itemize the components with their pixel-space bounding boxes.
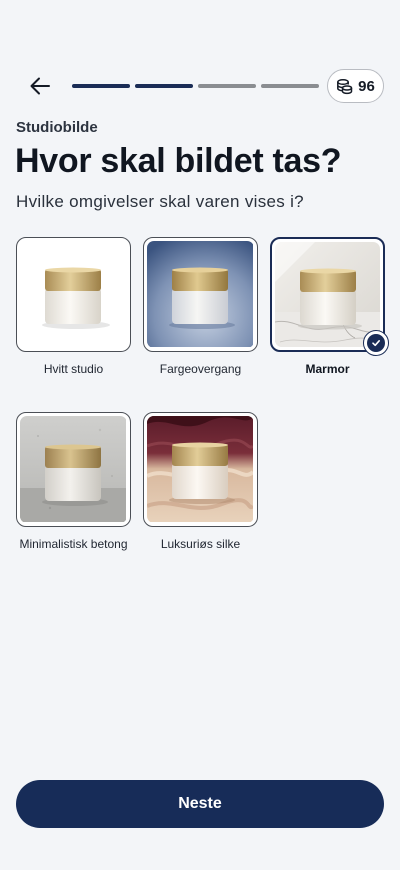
page-title: Hvor skal bildet tas? [15, 142, 342, 180]
check-icon [372, 340, 380, 347]
back-button[interactable] [26, 72, 54, 100]
credits-badge[interactable]: 96 [327, 69, 384, 103]
option-label: Luksuriøs silke [160, 537, 241, 551]
option-label: Minimalistisk betong [19, 537, 128, 551]
progress-segment [261, 84, 319, 88]
progress-bar [72, 84, 319, 88]
option-thumbnail [143, 412, 258, 527]
option-thumbnail [143, 237, 258, 352]
option-gradient[interactable]: Fargeovergang [143, 237, 258, 376]
progress-segment [135, 84, 193, 88]
option-label: Hvitt studio [43, 362, 104, 376]
step-label: Studiobilde [16, 119, 98, 136]
white-studio-image [20, 241, 127, 348]
gradient-image [147, 241, 254, 348]
silk-image [147, 416, 254, 523]
progress-segment [72, 84, 130, 88]
arrow-left-icon [30, 77, 50, 95]
option-concrete[interactable]: Minimalistisk betong [16, 412, 131, 551]
option-thumbnail [16, 237, 131, 352]
concrete-image [20, 416, 127, 523]
option-silk[interactable]: Luksuriøs silke [143, 412, 258, 551]
coins-icon [337, 78, 353, 94]
marble-image [275, 242, 380, 347]
option-marble[interactable]: Marmor [270, 237, 389, 376]
option-white-studio[interactable]: Hvitt studio [16, 237, 131, 376]
credits-count: 96 [358, 77, 375, 95]
option-thumbnail [16, 412, 131, 527]
next-button[interactable]: Neste [16, 780, 384, 828]
page-subtitle: Hvilke omgivelser skal varen vises i? [16, 192, 304, 211]
progress-segment [198, 84, 256, 88]
option-label: Marmor [305, 362, 350, 376]
option-thumbnail [270, 237, 389, 356]
top-bar: 96 [0, 68, 400, 104]
option-label: Fargeovergang [159, 362, 242, 376]
selected-check-badge [363, 330, 389, 356]
